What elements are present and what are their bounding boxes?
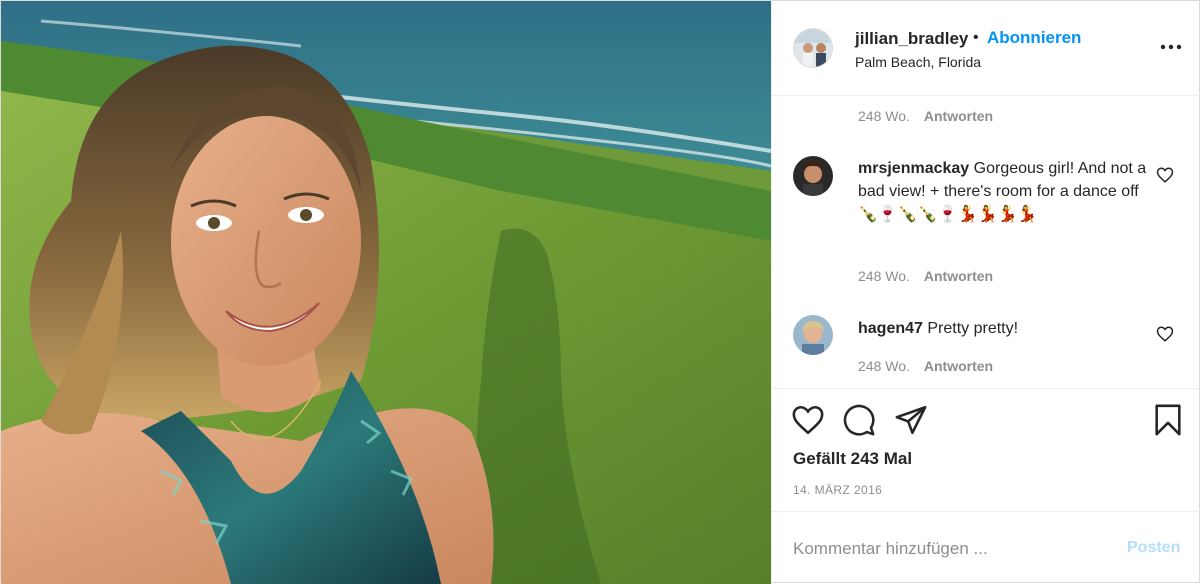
post-photo[interactable] — [1, 1, 771, 584]
comment-icon[interactable] — [842, 403, 876, 437]
reply-button[interactable]: Antworten — [924, 268, 993, 284]
like-comment-heart-icon[interactable] — [1156, 166, 1174, 184]
header-separator: • — [973, 29, 979, 46]
post-comment-button[interactable]: Posten — [1127, 539, 1180, 557]
comments-list[interactable]: 248 Wo. Antworten mrsjenmackay Gorgeous g… — [772, 96, 1200, 388]
commenter-username[interactable]: hagen47 — [858, 320, 923, 337]
post-side-panel: jillian_bradley • Abonnieren Palm Beach,… — [771, 1, 1200, 584]
post-header: jillian_bradley • Abonnieren Palm Beach,… — [772, 1, 1200, 96]
comment-body: Pretty pretty! — [927, 320, 1019, 337]
comment-meta: 248 Wo. Antworten — [858, 268, 993, 284]
comment-age: 248 Wo. — [858, 108, 910, 124]
comment-age: 248 Wo. — [858, 358, 910, 374]
comment-input[interactable] — [793, 534, 1113, 564]
author-avatar[interactable] — [793, 28, 833, 68]
follow-button[interactable]: Abonnieren — [987, 28, 1081, 48]
comment-age: 248 Wo. — [858, 268, 910, 284]
author-username[interactable]: jillian_bradley — [855, 29, 968, 49]
post-actions: Gefällt 243 Mal 14. MÄRZ 2016 — [772, 388, 1200, 511]
comment-meta: 248 Wo. Antworten — [858, 358, 993, 374]
heart-icon[interactable] — [791, 403, 825, 437]
commenter-avatar[interactable] — [793, 156, 833, 196]
post-date: 14. MÄRZ 2016 — [793, 483, 883, 497]
bookmark-icon[interactable] — [1151, 403, 1185, 437]
comment-text: hagen47 Pretty pretty! — [858, 317, 1148, 340]
more-options-icon[interactable] — [1160, 39, 1182, 55]
comment-composer: Posten — [772, 511, 1200, 584]
reply-button[interactable]: Antworten — [924, 358, 993, 374]
likes-count[interactable]: Gefällt 243 Mal — [793, 449, 912, 469]
share-icon[interactable] — [894, 403, 928, 437]
comment-meta: 248 Wo. Antworten — [858, 108, 993, 124]
post-location[interactable]: Palm Beach, Florida — [855, 54, 981, 70]
like-comment-heart-icon[interactable] — [1156, 325, 1174, 343]
post-dialog: jillian_bradley • Abonnieren Palm Beach,… — [0, 0, 1200, 584]
selfie-image — [1, 1, 771, 584]
comment-text: mrsjenmackay Gorgeous girl! And not a ba… — [858, 157, 1148, 226]
commenter-avatar[interactable] — [793, 315, 833, 355]
commenter-username[interactable]: mrsjenmackay — [858, 160, 969, 177]
reply-button[interactable]: Antworten — [924, 108, 993, 124]
